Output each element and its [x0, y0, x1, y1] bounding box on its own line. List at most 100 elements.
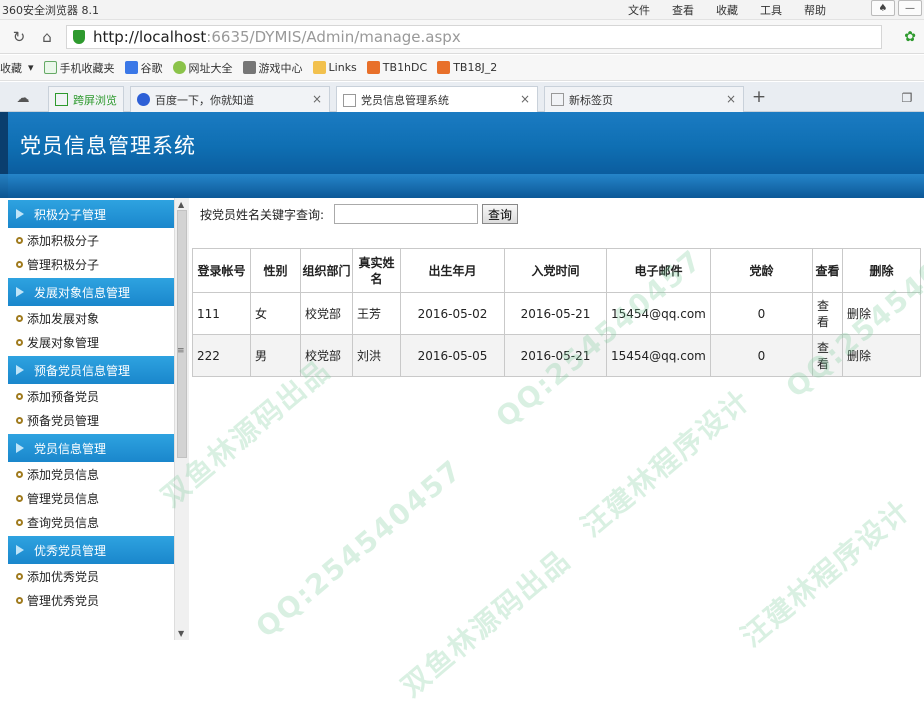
view-link[interactable]: 查看	[812, 334, 843, 377]
sidebar-link-label: 预备党员管理	[27, 413, 100, 428]
sidebar-section-header[interactable]: 积极分子管理	[8, 200, 174, 228]
url-host: http://localhost	[93, 28, 207, 46]
scroll-thumb[interactable]	[177, 210, 187, 458]
fav-games[interactable]: 游戏中心	[242, 60, 303, 76]
sidebar-section-title: 发展对象信息管理	[34, 285, 131, 300]
sidebar-link-label: 添加发展对象	[27, 311, 100, 326]
scroll-up-icon[interactable]: ▲	[178, 200, 184, 209]
table-cell: 15454@qq.com	[606, 292, 711, 335]
search-button[interactable]: 查询	[482, 204, 519, 224]
scroll-down-icon[interactable]: ▼	[178, 629, 184, 638]
close-icon[interactable]: ×	[726, 92, 736, 106]
sidebar-link[interactable]: 管理优秀党员	[8, 588, 174, 612]
menu-view[interactable]: 查看	[672, 2, 694, 18]
table-cell: 222	[192, 334, 251, 377]
sidebar-section-title: 优秀党员管理	[34, 543, 107, 558]
search-label: 按党员姓名关键字查询:	[200, 207, 325, 222]
main-content: 按党员姓名关键字查询: 查询 登录帐号 性别 组织部门 真实姓名 出生年月 入党…	[190, 198, 924, 640]
sidebar-link-label: 添加党员信息	[27, 467, 100, 482]
sidebar-section-header[interactable]: 党员信息管理	[8, 434, 174, 462]
table-cell: 王芳	[352, 292, 401, 335]
extension-icon[interactable]: ✿	[904, 29, 916, 45]
triangle-right-icon	[16, 287, 24, 297]
fav-hao[interactable]: 网址大全	[172, 60, 233, 76]
table-cell: 女	[250, 292, 301, 335]
sidebar-link-label: 管理积极分子	[27, 257, 100, 272]
sidebar-section-header[interactable]: 优秀党员管理	[8, 536, 174, 564]
url-field[interactable]: http://localhost :6635/DYMIS/Admin/manag…	[66, 25, 882, 49]
col-delete: 删除	[842, 248, 921, 293]
sidebar-section-title: 预备党员信息管理	[34, 363, 131, 378]
search-form: 按党员姓名关键字查询: 查询	[200, 204, 519, 224]
triangle-right-icon	[16, 209, 24, 219]
sidebar-link-label: 添加积极分子	[27, 233, 100, 248]
tab-bar: ☁ 跨屏浏览 百度一下，你就知道 × 党员信息管理系统 × 新标签页 × + ❐	[0, 82, 924, 113]
refresh-icon[interactable]: ↻	[10, 28, 28, 46]
delete-link[interactable]: 删除	[842, 334, 921, 377]
pin-icon[interactable]: ♠	[871, 0, 895, 16]
sidebar-link[interactable]: 添加优秀党员	[8, 564, 174, 588]
bullet-icon	[16, 314, 23, 322]
sidebar-scrollbar[interactable]: ▲ ≡ ▼	[174, 198, 189, 640]
sidebar-link-label: 添加预备党员	[27, 389, 100, 404]
triangle-right-icon	[16, 443, 24, 453]
tab-party-system[interactable]: 党员信息管理系统 ×	[336, 86, 538, 113]
cloud-icon[interactable]: ☁	[14, 89, 32, 107]
taobao-icon	[366, 61, 380, 74]
table-cell: 2016-05-21	[504, 334, 607, 377]
phone-icon	[43, 61, 57, 74]
gamepad-icon	[242, 61, 256, 74]
sidebar-link[interactable]: 添加预备党员	[8, 384, 174, 408]
sidebar-link[interactable]: 管理积极分子	[8, 252, 174, 276]
sidebar-link[interactable]: 添加积极分子	[8, 228, 174, 252]
favorites-menu[interactable]: 收藏 ▾	[0, 60, 34, 76]
bullet-icon	[16, 470, 23, 478]
fav-links[interactable]: Links	[312, 61, 357, 74]
sidebar-link[interactable]: 添加发展对象	[8, 306, 174, 330]
menu-help[interactable]: 帮助	[804, 2, 826, 18]
security-shield-icon	[73, 30, 85, 44]
fav-tb1[interactable]: TB1hDC	[366, 61, 427, 74]
tab-new[interactable]: 新标签页 ×	[544, 86, 744, 112]
menu-file[interactable]: 文件	[628, 2, 650, 18]
fav-google[interactable]: 谷歌	[124, 60, 163, 76]
table-cell: 15454@qq.com	[606, 334, 711, 377]
col-party-age: 党龄	[710, 248, 813, 293]
menu-favorites[interactable]: 收藏	[716, 2, 738, 18]
folder-icon	[312, 61, 326, 74]
table-cell: 男	[250, 334, 301, 377]
close-icon[interactable]: ×	[520, 92, 530, 106]
sidebar-link[interactable]: 发展对象管理	[8, 330, 174, 354]
sidebar-section-header[interactable]: 预备党员信息管理	[8, 356, 174, 384]
table-cell: 2016-05-02	[400, 292, 505, 335]
sidebar-link[interactable]: 管理党员信息	[8, 486, 174, 510]
delete-link[interactable]: 删除	[842, 292, 921, 335]
home-icon[interactable]: ⌂	[38, 28, 56, 46]
close-icon[interactable]: ×	[312, 92, 322, 106]
search-input[interactable]	[334, 204, 479, 224]
google-icon	[124, 61, 138, 74]
menu-tools[interactable]: 工具	[760, 2, 782, 18]
sidebar-link[interactable]: 预备党员管理	[8, 408, 174, 432]
sidebar-link[interactable]: 添加党员信息	[8, 462, 174, 486]
fav-tb2[interactable]: TB18J_2	[437, 61, 497, 74]
table-cell: 2016-05-05	[400, 334, 505, 377]
bullet-icon	[16, 518, 23, 526]
table-cell: 2016-05-21	[504, 292, 607, 335]
sidebar-link-label: 添加优秀党员	[27, 569, 100, 584]
view-link[interactable]: 查看	[812, 292, 843, 335]
bullet-icon	[16, 392, 23, 400]
sidebar-link-label: 发展对象管理	[27, 335, 100, 350]
tab-baidu[interactable]: 百度一下，你就知道 ×	[130, 86, 330, 112]
tab-cross-screen[interactable]: 跨屏浏览	[48, 86, 124, 112]
col-account: 登录帐号	[192, 248, 251, 293]
sidebar-section-header[interactable]: 发展对象信息管理	[8, 278, 174, 306]
sidebar-link[interactable]: 查询党员信息	[8, 510, 174, 534]
tab-list-icon[interactable]: ❐	[898, 89, 916, 107]
browser-titlebar: 360安全浏览器 8.1 文件 查看 收藏 工具 帮助 ♠ —	[0, 0, 924, 20]
grid-icon	[551, 93, 564, 106]
window-controls: ♠ —	[871, 0, 922, 16]
minimize-button[interactable]: —	[898, 0, 922, 16]
fav-mobile[interactable]: 手机收藏夹	[43, 60, 115, 76]
new-tab-plus-icon[interactable]: +	[750, 87, 768, 107]
